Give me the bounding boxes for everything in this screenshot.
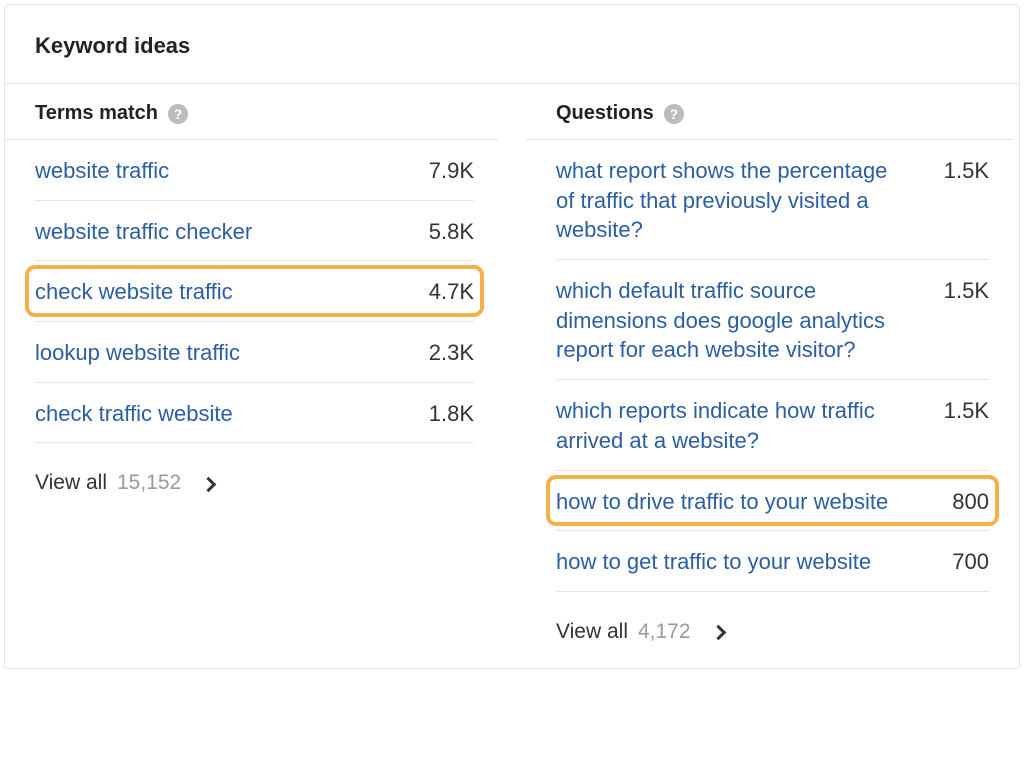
panel-title: Keyword ideas <box>5 5 1019 84</box>
columns-wrapper: Terms match ? website traffic 7.9K websi… <box>5 84 1019 668</box>
help-icon[interactable]: ? <box>168 104 188 124</box>
keyword-link[interactable]: website traffic <box>35 156 169 186</box>
keyword-link[interactable]: what report shows the percentage of traf… <box>556 156 894 245</box>
list-item: how to get traffic to your website 700 <box>556 531 989 592</box>
list-item: website traffic checker 5.8K <box>35 201 474 262</box>
keyword-link[interactable]: website traffic checker <box>35 217 252 247</box>
questions-view-all[interactable]: View all 4,172 <box>526 592 1013 668</box>
terms-header-title: Terms match <box>35 102 158 125</box>
chevron-right-icon <box>710 625 726 641</box>
keyword-link[interactable]: how to drive traffic to your website <box>556 487 888 517</box>
keyword-volume: 1.8K <box>429 399 474 427</box>
keyword-volume: 4.7K <box>429 277 474 305</box>
list-item: check website traffic 4.7K <box>35 261 474 322</box>
keyword-ideas-panel: Keyword ideas Terms match ? website traf… <box>4 4 1020 669</box>
list-item: lookup website traffic 2.3K <box>35 322 474 383</box>
list-item: how to drive traffic to your website 800 <box>556 471 989 532</box>
keyword-link[interactable]: check website traffic <box>35 277 233 307</box>
terms-list: website traffic 7.9K website traffic che… <box>5 140 498 443</box>
keyword-volume: 800 <box>952 487 989 515</box>
questions-column: Questions ? what report shows the percen… <box>512 84 1019 668</box>
keyword-volume: 1.5K <box>944 156 989 184</box>
keyword-volume: 2.3K <box>429 338 474 366</box>
keyword-volume: 1.5K <box>944 276 989 304</box>
view-all-label: View all <box>556 620 628 644</box>
keyword-link[interactable]: check traffic website <box>35 399 233 429</box>
help-icon[interactable]: ? <box>664 104 684 124</box>
keyword-volume: 1.5K <box>944 396 989 424</box>
terms-header: Terms match ? <box>5 84 498 140</box>
terms-view-all[interactable]: View all 15,152 <box>5 443 498 519</box>
keyword-link[interactable]: which default traffic source dimensions … <box>556 276 894 365</box>
list-item: which reports indicate how traffic arriv… <box>556 380 989 470</box>
questions-header: Questions ? <box>526 84 1013 140</box>
chevron-right-icon <box>201 477 217 493</box>
questions-header-title: Questions <box>556 102 654 125</box>
keyword-link[interactable]: lookup website traffic <box>35 338 240 368</box>
questions-list: what report shows the percentage of traf… <box>526 140 1013 592</box>
keyword-volume: 5.8K <box>429 217 474 245</box>
list-item: website traffic 7.9K <box>35 140 474 201</box>
terms-column: Terms match ? website traffic 7.9K websi… <box>5 84 512 668</box>
list-item: check traffic website 1.8K <box>35 383 474 444</box>
view-all-count: 4,172 <box>638 620 691 644</box>
view-all-label: View all <box>35 471 107 495</box>
view-all-count: 15,152 <box>117 471 181 495</box>
keyword-link[interactable]: which reports indicate how traffic arriv… <box>556 396 894 455</box>
keyword-volume: 700 <box>952 547 989 575</box>
keyword-volume: 7.9K <box>429 156 474 184</box>
list-item: which default traffic source dimensions … <box>556 260 989 380</box>
list-item: what report shows the percentage of traf… <box>556 140 989 260</box>
keyword-link[interactable]: how to get traffic to your website <box>556 547 871 577</box>
